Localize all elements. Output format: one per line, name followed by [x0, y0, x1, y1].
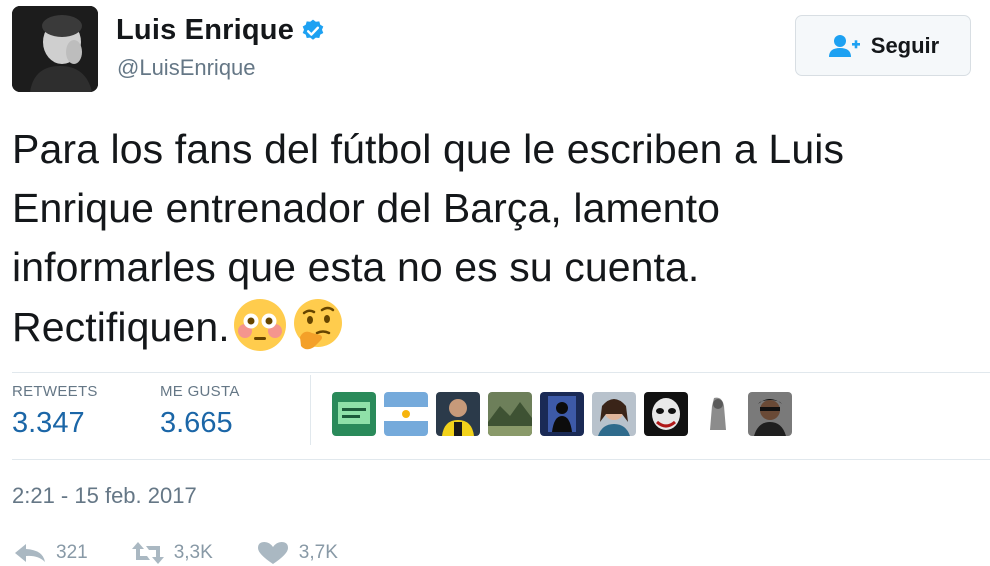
- liker-avatar[interactable]: [436, 392, 480, 436]
- retweet-count: 3,3K: [173, 542, 213, 563]
- like-action[interactable]: 3,7K: [255, 540, 338, 566]
- stats-top-divider: [12, 372, 990, 373]
- tweet-actions: 321 3,3K 3,7K: [12, 540, 380, 566]
- retweet-action[interactable]: 3,3K: [130, 540, 213, 566]
- heart-icon: [257, 542, 288, 564]
- avatar[interactable]: [12, 6, 98, 92]
- reply-count: 321: [56, 542, 88, 563]
- follow-button[interactable]: Seguir: [795, 15, 971, 76]
- retweets-stat[interactable]: RETWEETS 3.347: [12, 383, 98, 440]
- author-handle[interactable]: @LuisEnrique: [117, 55, 256, 81]
- likes-stat[interactable]: ME GUSTA 3.665: [160, 383, 240, 440]
- verified-badge-icon: [302, 19, 324, 40]
- author-display-name[interactable]: Luis Enrique: [116, 14, 294, 47]
- liker-avatar[interactable]: [696, 392, 740, 436]
- tweet-text-line: Rectifiquen.: [12, 304, 230, 350]
- stats-vertical-divider: [310, 375, 311, 445]
- likes-value: 3.665: [160, 407, 233, 439]
- tweet-text: Para los fans del fútbol que le escriben…: [12, 120, 987, 357]
- liker-avatar[interactable]: [748, 392, 792, 436]
- tweet-timestamp[interactable]: 2:21 - 15 feb. 2017: [12, 483, 197, 509]
- follow-user-icon: [828, 34, 860, 57]
- liker-avatar[interactable]: [644, 392, 688, 436]
- liker-avatars: [332, 392, 800, 436]
- liker-avatar[interactable]: [488, 392, 532, 436]
- thinking-face-icon: [293, 299, 342, 350]
- like-count: 3,7K: [298, 542, 338, 563]
- liker-avatar[interactable]: [332, 392, 376, 436]
- retweet-icon: [131, 542, 164, 564]
- tweet-text-line: Para los fans del fútbol que le escriben…: [12, 126, 845, 172]
- author-name-row[interactable]: Luis Enrique: [116, 14, 326, 47]
- liker-avatar[interactable]: [592, 392, 636, 436]
- flushed-face-icon: [233, 299, 286, 351]
- tweet-text-last-line: Rectifiquen.: [12, 297, 987, 357]
- reply-action[interactable]: 321: [12, 540, 88, 566]
- retweets-label: RETWEETS: [12, 383, 98, 400]
- stats-bottom-divider: [12, 459, 990, 460]
- retweets-value: 3.347: [12, 407, 85, 439]
- likes-label: ME GUSTA: [160, 383, 240, 400]
- liker-avatar[interactable]: [540, 392, 584, 436]
- tweet-text-line: informarles que esta no es su cuenta.: [12, 244, 700, 290]
- tweet-text-line: Enrique entrenador del Barça, lamento: [12, 185, 720, 231]
- liker-avatar[interactable]: [384, 392, 428, 436]
- avatar-photo: [12, 6, 98, 92]
- reply-icon: [15, 544, 45, 562]
- follow-button-label: Seguir: [870, 32, 940, 58]
